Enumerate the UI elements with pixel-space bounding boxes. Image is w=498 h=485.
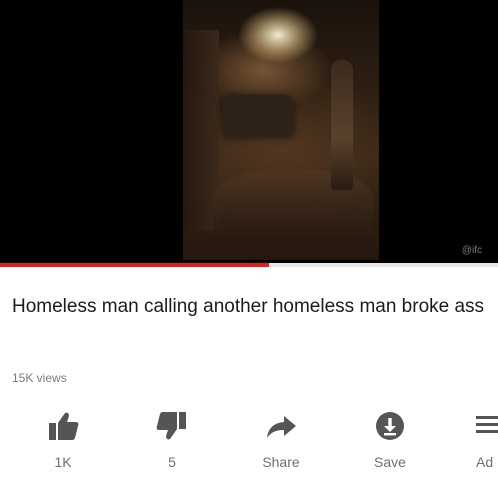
share-button[interactable]: Share	[246, 410, 316, 470]
save-icon	[376, 412, 404, 440]
thumbs-down-icon	[156, 412, 186, 440]
share-label: Share	[262, 454, 300, 470]
dislike-count: 5	[168, 454, 176, 470]
add-to-playlist-icon	[476, 416, 498, 433]
video-frame	[183, 0, 379, 260]
video-scene-vehicle	[223, 95, 293, 137]
add-to-label: Ad	[476, 454, 494, 470]
video-scene-person	[331, 60, 353, 190]
like-count: 1K	[54, 454, 72, 470]
save-label: Save	[374, 454, 406, 470]
action-bar: 1K 5 Share Save Ad	[0, 410, 498, 480]
add-to-button[interactable]: Ad	[452, 410, 498, 470]
video-watermark: @ifc	[461, 245, 482, 256]
thumbs-up-icon	[49, 412, 79, 440]
view-count: 15K views	[12, 371, 67, 385]
like-button[interactable]: 1K	[28, 410, 98, 470]
share-icon	[267, 416, 296, 438]
video-player[interactable]: @ifc	[0, 0, 498, 263]
video-progress-bar[interactable]	[0, 263, 498, 267]
dislike-button[interactable]: 5	[137, 410, 207, 470]
video-progress-fill	[0, 263, 269, 267]
video-title: Homeless man calling another homeless ma…	[12, 296, 485, 317]
save-button[interactable]: Save	[355, 410, 425, 470]
